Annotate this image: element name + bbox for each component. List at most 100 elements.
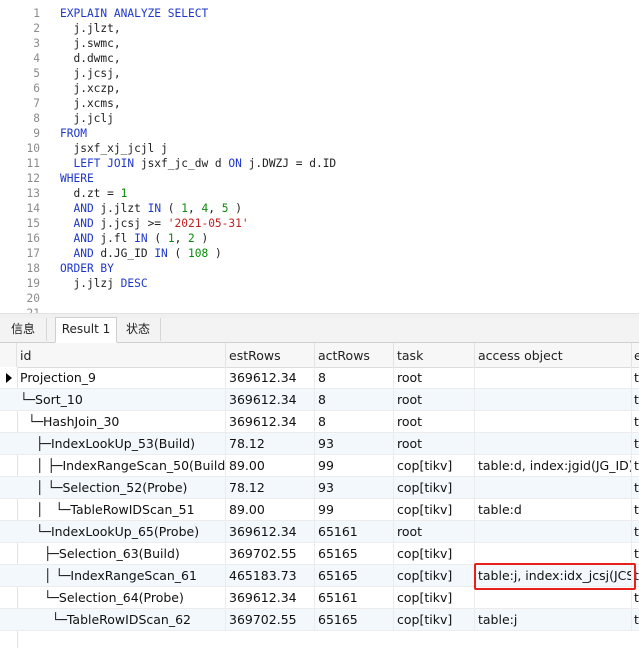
- tab-info[interactable]: 信息: [0, 318, 47, 341]
- cell-execution-info[interactable]: t: [632, 499, 639, 520]
- code-token: 5: [221, 202, 229, 215]
- cell-access-object[interactable]: [475, 521, 632, 542]
- cell-estrows[interactable]: 369702.55: [226, 543, 315, 564]
- line-number: 8: [33, 112, 40, 125]
- cell-access-object[interactable]: table:d, index:jgid(JG_ID): [475, 455, 632, 476]
- cell-task[interactable]: cop[tikv]: [394, 609, 475, 630]
- cell-estrows[interactable]: 369612.34: [226, 521, 315, 542]
- table-row[interactable]: ├─Selection_63(Build) 369702.55 65165 cop[t…: [0, 543, 639, 565]
- cell-id[interactable]: └─HashJoin_30: [17, 411, 226, 432]
- cell-estrows[interactable]: 369702.55: [226, 609, 315, 630]
- table-row[interactable]: └─HashJoin_30 369612.34 8 root t: [0, 411, 639, 433]
- cell-id[interactable]: │ └─IndexRangeScan_61: [17, 565, 226, 586]
- cell-task[interactable]: root: [394, 367, 475, 388]
- cell-estrows[interactable]: 369612.34: [226, 389, 315, 410]
- cell-actrows[interactable]: 65165: [315, 609, 394, 630]
- cell-estrows[interactable]: 89.00: [226, 499, 315, 520]
- cell-access-object[interactable]: table:d: [475, 499, 632, 520]
- cell-task[interactable]: root: [394, 521, 475, 542]
- cell-id[interactable]: └─Selection_64(Probe): [17, 587, 226, 608]
- column-header-execution-info[interactable]: e: [632, 343, 639, 367]
- cell-id[interactable]: │ └─Selection_52(Probe): [17, 477, 226, 498]
- cell-execution-info[interactable]: t: [632, 521, 639, 542]
- cell-actrows[interactable]: 99: [315, 499, 394, 520]
- cell-estrows[interactable]: 89.00: [226, 455, 315, 476]
- code-token: IN: [134, 232, 148, 245]
- cell-id[interactable]: ├─Selection_63(Build): [17, 543, 226, 564]
- cell-task[interactable]: cop[tikv]: [394, 499, 475, 520]
- cell-id[interactable]: └─Sort_10: [17, 389, 226, 410]
- cell-actrows[interactable]: 8: [315, 411, 394, 432]
- column-header-task[interactable]: task: [394, 343, 475, 367]
- cell-execution-info[interactable]: t: [632, 587, 639, 608]
- cell-task[interactable]: cop[tikv]: [394, 565, 475, 586]
- cell-id[interactable]: │ ├─IndexRangeScan_50(Build): [17, 455, 226, 476]
- cell-id[interactable]: │ └─TableRowIDScan_51: [17, 499, 226, 520]
- cell-estrows[interactable]: 78.12: [226, 433, 315, 454]
- cell-actrows[interactable]: 65165: [315, 543, 394, 564]
- cell-id[interactable]: └─TableRowIDScan_62: [17, 609, 226, 630]
- tab-result-1[interactable]: Result 1: [55, 317, 117, 343]
- cell-access-object[interactable]: [475, 477, 632, 498]
- code-text: d.zt = 1: [60, 186, 127, 201]
- table-row[interactable]: └─Sort_10 369612.34 8 root t: [0, 389, 639, 411]
- cell-task[interactable]: cop[tikv]: [394, 477, 475, 498]
- cell-id[interactable]: └─IndexLookUp_65(Probe): [17, 521, 226, 542]
- sql-editor[interactable]: 1 EXPLAIN ANALYZE SELECT 2 j.jlzt, 3 j.swmc…: [0, 0, 639, 320]
- cell-execution-info[interactable]: t: [632, 367, 639, 388]
- cell-estrows[interactable]: 465183.73: [226, 565, 315, 586]
- table-row[interactable]: ├─IndexLookUp_53(Build) 78.12 93 root t: [0, 433, 639, 455]
- cell-execution-info[interactable]: t: [632, 609, 639, 630]
- cell-task[interactable]: cop[tikv]: [394, 587, 475, 608]
- cell-execution-info[interactable]: t: [632, 433, 639, 454]
- cell-execution-info[interactable]: t: [632, 477, 639, 498]
- column-header-estrows[interactable]: estRows: [226, 343, 315, 367]
- cell-execution-info[interactable]: t: [632, 455, 639, 476]
- cell-access-object[interactable]: [475, 389, 632, 410]
- column-header-actrows[interactable]: actRows: [315, 343, 394, 367]
- cell-actrows[interactable]: 99: [315, 455, 394, 476]
- column-header-access-object[interactable]: access object: [475, 343, 632, 367]
- table-row[interactable]: │ ├─IndexRangeScan_50(Build) 89.00 99 cop[t…: [0, 455, 639, 477]
- tab-status[interactable]: 状态: [116, 318, 161, 341]
- cell-task[interactable]: root: [394, 433, 475, 454]
- cell-access-object[interactable]: [475, 433, 632, 454]
- code-token: (: [147, 232, 168, 245]
- cell-estrows[interactable]: 369612.34: [226, 411, 315, 432]
- cell-task[interactable]: cop[tikv]: [394, 543, 475, 564]
- table-row[interactable]: └─Selection_64(Probe) 369612.34 65161 cop[t…: [0, 587, 639, 609]
- table-row[interactable]: │ └─Selection_52(Probe) 78.12 93 cop[tikv] t: [0, 477, 639, 499]
- table-row[interactable]: └─IndexLookUp_65(Probe) 369612.34 65161 roo…: [0, 521, 639, 543]
- table-row[interactable]: Projection_9 369612.34 8 root t: [0, 367, 639, 389]
- code-token: ): [194, 232, 209, 245]
- cell-actrows[interactable]: 8: [315, 389, 394, 410]
- code-token: DESC: [120, 277, 148, 290]
- cell-estrows[interactable]: 78.12: [226, 477, 315, 498]
- cell-actrows[interactable]: 65165: [315, 565, 394, 586]
- cell-access-object[interactable]: [475, 587, 632, 608]
- cell-access-object[interactable]: [475, 543, 632, 564]
- cell-execution-info[interactable]: t: [632, 411, 639, 432]
- cell-id[interactable]: Projection_9: [17, 367, 226, 388]
- cell-task[interactable]: root: [394, 389, 475, 410]
- cell-actrows[interactable]: 8: [315, 367, 394, 388]
- cell-execution-info[interactable]: t: [632, 389, 639, 410]
- cell-actrows[interactable]: 93: [315, 477, 394, 498]
- cell-task[interactable]: cop[tikv]: [394, 455, 475, 476]
- column-header-id[interactable]: id: [17, 343, 226, 367]
- table-row[interactable]: │ └─TableRowIDScan_51 89.00 99 cop[tikv] tab…: [0, 499, 639, 521]
- cell-access-object[interactable]: [475, 367, 632, 388]
- cell-access-object[interactable]: table:j: [475, 609, 632, 630]
- cell-execution-info[interactable]: t: [632, 543, 639, 564]
- cell-estrows[interactable]: 369612.34: [226, 367, 315, 388]
- cell-task[interactable]: root: [394, 411, 475, 432]
- cell-estrows[interactable]: 369612.34: [226, 587, 315, 608]
- line-number: 6: [33, 82, 40, 95]
- code-token: LEFT JOIN: [60, 157, 135, 170]
- cell-access-object[interactable]: [475, 411, 632, 432]
- cell-id[interactable]: ├─IndexLookUp_53(Build): [17, 433, 226, 454]
- cell-actrows[interactable]: 65161: [315, 521, 394, 542]
- cell-actrows[interactable]: 65161: [315, 587, 394, 608]
- cell-actrows[interactable]: 93: [315, 433, 394, 454]
- table-row[interactable]: └─TableRowIDScan_62 369702.55 65165 cop[tik…: [0, 609, 639, 631]
